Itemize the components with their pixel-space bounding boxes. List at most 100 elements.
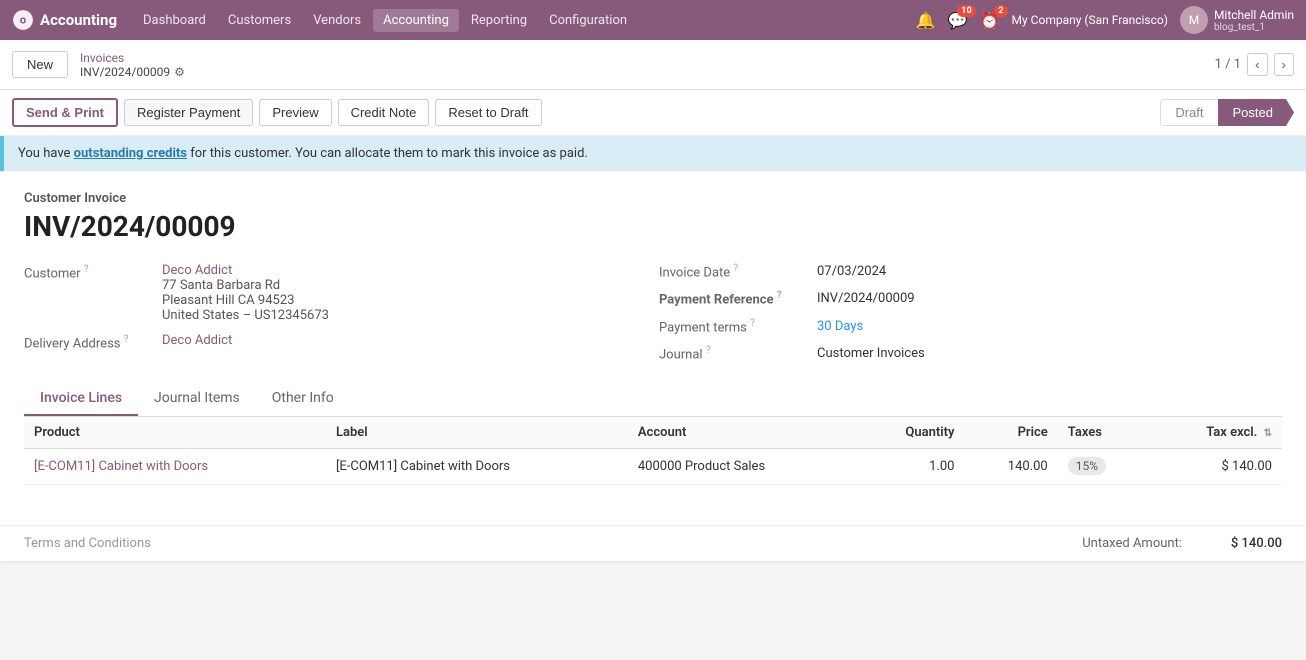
row-price: 140.00 bbox=[964, 449, 1057, 485]
alert-link[interactable]: outstanding credits bbox=[74, 146, 187, 161]
payment-ref-label: Payment Reference ? bbox=[659, 290, 809, 307]
doc-type-label: Customer Invoice bbox=[24, 191, 1282, 206]
col-label: Label bbox=[326, 417, 628, 449]
status-badges: Draft Posted bbox=[1160, 99, 1294, 126]
payment-ref-value: INV/2024/00009 bbox=[817, 291, 915, 306]
col-account: Account bbox=[628, 417, 857, 449]
customer-address1: 77 Santa Barbara Rd bbox=[162, 278, 329, 293]
terms-label: Terms and Conditions bbox=[24, 536, 151, 551]
footer-section: Terms and Conditions Untaxed Amount: $ 1… bbox=[0, 525, 1306, 561]
col-tax-excl: Tax excl. ⇅ bbox=[1148, 417, 1282, 449]
delivery-label: Delivery Address ? bbox=[24, 333, 154, 351]
nav-configuration[interactable]: Configuration bbox=[539, 9, 637, 32]
status-draft[interactable]: Draft bbox=[1160, 99, 1217, 126]
table-row: [E-COM11] Cabinet with Doors [E-COM11] C… bbox=[24, 449, 1282, 485]
status-posted[interactable]: Posted bbox=[1218, 99, 1294, 126]
col-taxes: Taxes bbox=[1058, 417, 1149, 449]
alert-text-before: You have bbox=[18, 146, 74, 161]
nav-customers[interactable]: Customers bbox=[218, 9, 301, 32]
form-fields: Customer ? Deco Addict 77 Santa Barbara … bbox=[24, 263, 1282, 362]
payment-terms-help: ? bbox=[750, 318, 755, 329]
customer-name[interactable]: Deco Addict bbox=[162, 263, 329, 278]
row-quantity: 1.00 bbox=[857, 449, 964, 485]
odoo-logo-icon: o bbox=[12, 9, 34, 31]
activity-icon-wrapper[interactable]: ⏰ 2 bbox=[980, 11, 1000, 30]
row-account: 400000 Product Sales bbox=[628, 449, 857, 485]
untaxed-amount-row: Untaxed Amount: $ 140.00 bbox=[1042, 536, 1282, 551]
form-left: Customer ? Deco Addict 77 Santa Barbara … bbox=[24, 263, 647, 362]
nav-dashboard[interactable]: Dashboard bbox=[133, 9, 216, 32]
user-menu[interactable]: M Mitchell Admin blog_test_1 bbox=[1180, 6, 1294, 34]
app-name: Accounting bbox=[40, 11, 117, 29]
svg-text:o: o bbox=[20, 13, 27, 27]
nav-reporting[interactable]: Reporting bbox=[461, 9, 537, 32]
nav-links: Dashboard Customers Vendors Accounting R… bbox=[133, 9, 916, 32]
customer-label: Customer ? bbox=[24, 263, 154, 281]
tab-other-info[interactable]: Other Info bbox=[256, 382, 350, 416]
content-area: Send & Print Register Payment Preview Cr… bbox=[0, 90, 1306, 660]
preview-button[interactable]: Preview bbox=[259, 99, 331, 126]
register-payment-button[interactable]: Register Payment bbox=[124, 99, 253, 126]
chat-badge: 10 bbox=[957, 5, 975, 17]
tabs: Invoice Lines Journal Items Other Info bbox=[24, 382, 1282, 417]
tax-badge: 15% bbox=[1068, 457, 1106, 475]
invoice-table: Product Label Account Quantity Price Tax… bbox=[24, 417, 1282, 485]
journal-label: Journal ? bbox=[659, 345, 809, 362]
customer-address3: United States – US12345673 bbox=[162, 308, 329, 323]
send-print-button[interactable]: Send & Print bbox=[12, 98, 118, 127]
breadcrumb-current: INV/2024/00009 ⚙ bbox=[80, 65, 185, 79]
delivery-name[interactable]: Deco Addict bbox=[162, 333, 232, 348]
customer-address2: Pleasant Hill CA 94523 bbox=[162, 293, 329, 308]
row-product[interactable]: [E-COM11] Cabinet with Doors bbox=[24, 449, 326, 485]
invoice-date-help: ? bbox=[733, 263, 738, 274]
totals: Untaxed Amount: $ 140.00 bbox=[1042, 536, 1282, 551]
breadcrumb: Invoices INV/2024/00009 ⚙ bbox=[80, 51, 185, 79]
chat-icon-wrapper[interactable]: 💬 10 bbox=[948, 11, 968, 30]
reset-draft-button[interactable]: Reset to Draft bbox=[435, 99, 541, 126]
alert-banner: You have outstanding credits for this cu… bbox=[0, 136, 1306, 171]
tab-invoice-lines[interactable]: Invoice Lines bbox=[24, 382, 138, 416]
col-sort-icon[interactable]: ⇅ bbox=[1264, 428, 1272, 439]
row-taxes: 15% bbox=[1058, 449, 1149, 485]
invoice-date-value: 07/03/2024 bbox=[817, 264, 886, 279]
pagination-text: 1 / 1 bbox=[1215, 57, 1241, 72]
col-product: Product bbox=[24, 417, 326, 449]
subheader: New Invoices INV/2024/00009 ⚙ 1 / 1 ‹ › bbox=[0, 40, 1306, 90]
doc-number: INV/2024/00009 bbox=[24, 210, 1282, 243]
journal-help: ? bbox=[706, 345, 711, 356]
new-button[interactable]: New bbox=[12, 51, 68, 78]
gear-icon[interactable]: ⚙ bbox=[174, 65, 185, 79]
form-right: Invoice Date ? 07/03/2024 Payment Refere… bbox=[659, 263, 1282, 362]
action-bar: Send & Print Register Payment Preview Cr… bbox=[0, 90, 1306, 136]
user-handle: blog_test_1 bbox=[1214, 22, 1294, 33]
delivery-address-field: Delivery Address ? Deco Addict bbox=[24, 333, 647, 351]
inner-card: Send & Print Register Payment Preview Cr… bbox=[0, 90, 1306, 561]
journal-value: Customer Invoices bbox=[817, 346, 925, 361]
payment-ref-help: ? bbox=[777, 290, 782, 301]
customer-field: Customer ? Deco Addict 77 Santa Barbara … bbox=[24, 263, 647, 323]
next-button[interactable]: › bbox=[1274, 53, 1294, 76]
delivery-help: ? bbox=[124, 334, 129, 345]
user-name: Mitchell Admin bbox=[1214, 8, 1294, 22]
invoice-date-field: Invoice Date ? 07/03/2024 bbox=[659, 263, 1282, 280]
avatar: M bbox=[1180, 6, 1208, 34]
nav-accounting[interactable]: Accounting bbox=[373, 9, 459, 32]
prev-button[interactable]: ‹ bbox=[1247, 53, 1267, 76]
nav-vendors[interactable]: Vendors bbox=[303, 9, 371, 32]
activity-badge: 2 bbox=[994, 5, 1007, 17]
app-logo[interactable]: o Accounting bbox=[12, 9, 117, 31]
alert-text-after: for this customer. You can allocate them… bbox=[187, 146, 588, 161]
company-selector[interactable]: My Company (San Francisco) bbox=[1012, 13, 1168, 27]
topnav-right: 🔔 💬 10 ⏰ 2 My Company (San Francisco) M … bbox=[916, 6, 1294, 34]
pagination: 1 / 1 ‹ › bbox=[1215, 53, 1294, 76]
credit-note-button[interactable]: Credit Note bbox=[338, 99, 430, 126]
customer-help: ? bbox=[84, 264, 89, 275]
table-header: Product Label Account Quantity Price Tax… bbox=[24, 417, 1282, 449]
tab-journal-items[interactable]: Journal Items bbox=[138, 382, 256, 416]
payment-terms-field: Payment terms ? 30 Days bbox=[659, 318, 1282, 335]
bell-icon-wrapper[interactable]: 🔔 bbox=[916, 11, 936, 30]
row-tax-excl: $ 140.00 bbox=[1148, 449, 1282, 485]
breadcrumb-parent[interactable]: Invoices bbox=[80, 51, 185, 65]
payment-terms-value[interactable]: 30 Days bbox=[817, 319, 863, 334]
untaxed-label: Untaxed Amount: bbox=[1042, 536, 1182, 551]
